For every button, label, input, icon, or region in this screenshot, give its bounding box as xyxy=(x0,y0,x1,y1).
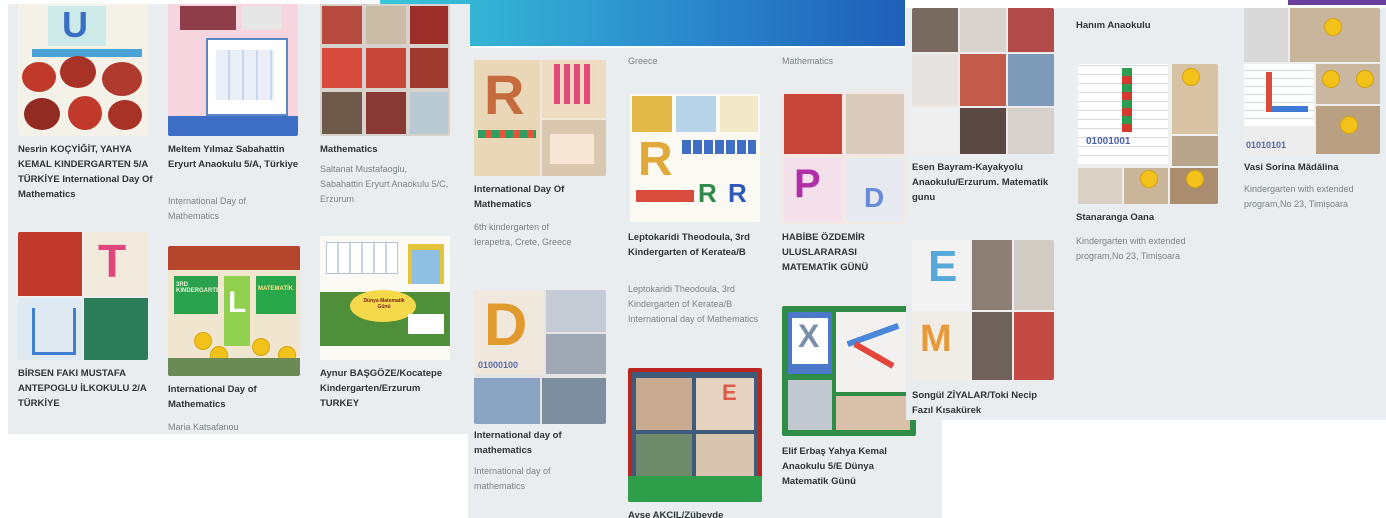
binary-code: 01000100 xyxy=(478,360,519,370)
card-image[interactable] xyxy=(912,8,1054,154)
letter-m: M xyxy=(920,318,952,360)
letter-e: E xyxy=(928,242,958,291)
card-image[interactable]: 01010101 xyxy=(1244,8,1380,154)
face-sticker-icon xyxy=(1186,170,1204,188)
card-subtitle: Kindergarten with extended program,No 23… xyxy=(1076,236,1186,261)
binary-code: 01010101 xyxy=(1246,140,1287,150)
letter-l: L xyxy=(228,286,247,319)
header-accent xyxy=(1288,0,1386,5)
card-subtitle: 6th kindergarten of Ierapetra, Crete, Gr… xyxy=(474,222,572,247)
card-image[interactable]: X xyxy=(782,306,916,436)
letter-r: R xyxy=(484,63,525,126)
face-sticker-icon xyxy=(1140,170,1158,188)
header-remnant: Greece xyxy=(628,56,658,66)
letter-t: T xyxy=(98,235,127,287)
sign-text: MATEMATİK xyxy=(258,286,294,292)
card-subtitle: Maria Katsafanou xyxy=(168,422,239,432)
card-subtitle: International day of mathematics xyxy=(474,466,551,491)
card-image[interactable]: T xyxy=(18,232,148,360)
card-title[interactable]: Mathematics xyxy=(320,142,450,157)
letter-x: X xyxy=(798,318,820,354)
gallery-panel-right: Hanım Anaokulu Esen Bayram-Kayakyolu Ana… xyxy=(906,8,1386,420)
gallery-panel-left: U Nesrin KOÇYİĞİT, YAHYA KEMAL KINDERGAR… xyxy=(8,4,470,434)
card-image[interactable] xyxy=(168,4,298,136)
binary-code: 01001001 xyxy=(1086,136,1131,147)
letter-u: U xyxy=(62,4,88,45)
card-title[interactable]: Esen Bayram-Kayakyolu Anaokulu/Erzurum. … xyxy=(912,160,1052,205)
face-sticker-icon xyxy=(1324,18,1342,36)
card-image[interactable]: Dünya Matematik Günü xyxy=(320,236,450,360)
face-sticker-icon xyxy=(1322,70,1340,88)
card-image[interactable] xyxy=(320,4,450,136)
card-subtitle: Kindergarten with extended program,No 23… xyxy=(1244,184,1354,209)
letter-p: P xyxy=(794,162,821,206)
letter-r: R xyxy=(638,133,673,186)
face-sticker-icon xyxy=(1356,70,1374,88)
card-title[interactable]: Meltem Yılmaz Sabahattin Eryurt Anaokulu… xyxy=(168,142,303,172)
card-image[interactable]: E M xyxy=(912,240,1054,380)
letter-d: D xyxy=(484,291,528,358)
card-title[interactable]: Nesrin KOÇYİĞİT, YAHYA KEMAL KINDERGARTE… xyxy=(18,142,153,202)
card-title[interactable]: Leptokaridi Theodoula, 3rd Kindergarten … xyxy=(628,230,763,260)
card-image[interactable]: U xyxy=(18,4,148,136)
face-sticker-icon xyxy=(1182,68,1200,86)
card-subtitle: Saltanat Mustafaoglu, Sabahattin Eryurt … xyxy=(320,164,449,204)
gallery-panel-middle: Greece Mathematics R International Day O… xyxy=(468,48,942,518)
card-title[interactable]: Ayşe AKÇIL/Zübeyde xyxy=(628,508,763,518)
card-title[interactable]: Songül ZİYALAR/Toki Necip Fazıl Kısaküre… xyxy=(912,388,1052,418)
card-image[interactable]: E xyxy=(628,368,762,502)
card-title[interactable]: Vasi Sorina Mădălina xyxy=(1244,160,1380,175)
card-title[interactable]: BİRSEN FAKI MUSTAFA ANTEPOGLU İLKOKULU 2… xyxy=(18,366,148,411)
sign-text: 3RD KINDERGARTEN xyxy=(176,282,225,294)
card-title[interactable]: Aynur BAŞGÖZE/Kocatepe Kindergarten/Erzu… xyxy=(320,366,455,411)
header-remnant: Hanım Anaokulu xyxy=(1076,20,1151,31)
card-image[interactable]: D 01000100 xyxy=(474,290,606,424)
card-image[interactable]: R xyxy=(474,60,606,176)
card-title[interactable]: International Day of Mathematics xyxy=(168,382,298,412)
card-subtitle: International Day of Mathematics xyxy=(168,196,247,221)
letter-r: R xyxy=(728,178,747,208)
card-image[interactable]: R R R xyxy=(630,94,760,222)
face-sticker-icon xyxy=(1340,116,1358,134)
card-subtitle: Leptokaridi Theodoula, 3rd Kindergarten … xyxy=(628,284,759,324)
card-image[interactable]: 3RD KINDERGARTEN L MATEMATİK xyxy=(168,246,300,376)
letter-d: D xyxy=(864,182,885,213)
card-title[interactable]: HABİBE ÖZDEMİR ULUSLARARASI MATEMATİK GÜ… xyxy=(782,230,906,275)
face-sticker-icon xyxy=(194,332,212,350)
sign-text: Dünya Matematik Günü xyxy=(363,298,405,310)
card-title[interactable]: International day of mathematics xyxy=(474,428,604,458)
letter-e: E xyxy=(722,380,737,405)
card-title[interactable]: Stanaranga Oana xyxy=(1076,210,1216,225)
card-title[interactable]: International Day Of Mathematics xyxy=(474,182,604,212)
letter-r: R xyxy=(698,178,717,208)
card-image[interactable]: P D xyxy=(782,92,906,224)
face-sticker-icon xyxy=(252,338,270,356)
card-title[interactable]: Elif Erbaş Yahya Kemal Anaokulu 5/E Düny… xyxy=(782,444,908,489)
card-image[interactable]: 01001001 xyxy=(1078,64,1218,204)
header-remnant: Mathematics xyxy=(782,56,834,66)
